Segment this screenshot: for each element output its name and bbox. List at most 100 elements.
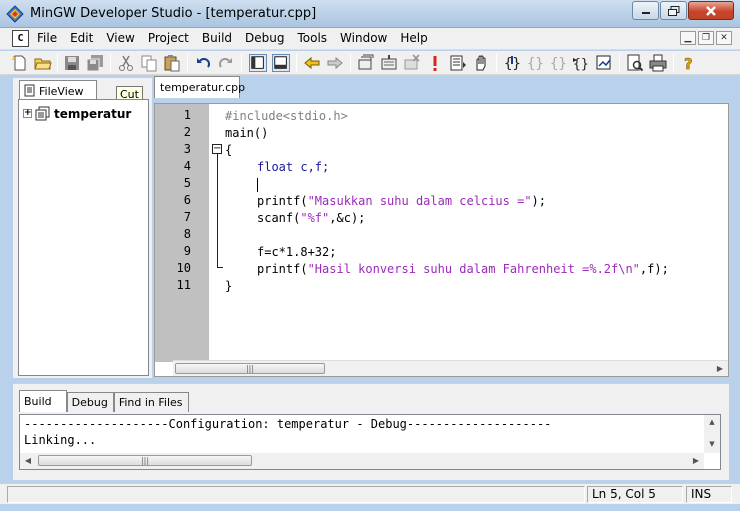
expand-icon[interactable]: +: [23, 109, 32, 118]
code-line-2: main(): [225, 126, 269, 140]
step-over-icon[interactable]: {}: [526, 54, 544, 72]
fileview-icon: [24, 84, 35, 97]
fold-toggle[interactable]: −: [212, 144, 222, 154]
menu-file[interactable]: File: [37, 31, 57, 45]
forward-arrow-icon[interactable]: [326, 54, 344, 72]
scroll-left-arrow-icon[interactable]: ◀: [20, 453, 36, 468]
cut-icon[interactable]: [117, 54, 135, 72]
window-frame-bottom: [0, 504, 740, 511]
tab-fileview[interactable]: FileView: [19, 80, 97, 100]
code-line-7: scanf("%f",&c);: [257, 210, 365, 227]
menu-tools[interactable]: Tools: [297, 31, 327, 45]
svg-text:{}: {}: [550, 56, 567, 72]
status-bar: Ln 5, Col 5 INS: [0, 483, 740, 504]
menu-edit[interactable]: Edit: [70, 31, 93, 45]
menu-view[interactable]: View: [106, 31, 134, 45]
help-icon[interactable]: ?: [680, 54, 698, 72]
line-number-gutter: 1 2 3 4 5 6 7 8 9 10 11: [155, 104, 209, 362]
execute-icon[interactable]: [426, 54, 444, 72]
stop-build-icon[interactable]: [403, 54, 421, 72]
paste-icon[interactable]: [163, 54, 181, 72]
menu-build[interactable]: Build: [202, 31, 232, 45]
svg-text:?: ?: [684, 55, 693, 72]
mdi-close-button[interactable]: ✕: [716, 31, 732, 45]
open-folder-icon[interactable]: [34, 54, 52, 72]
hand-icon[interactable]: [472, 54, 490, 72]
tab-fileview-label: FileView: [39, 85, 84, 98]
step-into-icon[interactable]: {}: [503, 54, 521, 72]
tab-temperatur-cpp[interactable]: temperatur.cpp: [154, 76, 245, 98]
cursor-position: Ln 5, Col 5: [587, 486, 683, 503]
line-number: 11: [176, 278, 191, 292]
tab-debug[interactable]: Debug: [66, 392, 114, 412]
menu-debug[interactable]: Debug: [245, 31, 284, 45]
code-line-9: f=c*1.8+32;: [257, 245, 337, 259]
line-number: 8: [183, 227, 191, 241]
tree-item-project[interactable]: + temperatur: [23, 106, 131, 121]
output-vertical-scrollbar[interactable]: ▲ ▼: [704, 415, 720, 453]
line-number: 4: [183, 159, 191, 173]
mdi-restore-button[interactable]: ❐: [698, 31, 714, 45]
code-line-6-func: printf(: [257, 194, 308, 208]
code-line-7-end: ,&c);: [329, 211, 366, 225]
file-tree: + temperatur: [18, 99, 149, 376]
tab-build[interactable]: Build: [19, 390, 67, 412]
document-icon[interactable]: C: [12, 30, 29, 47]
compile-icon[interactable]: [357, 54, 375, 72]
code-line-10-func: printf(: [257, 262, 308, 276]
copy-icon[interactable]: [140, 54, 158, 72]
window-title: MinGW Developer Studio - [temperatur.cpp…: [30, 6, 317, 21]
scroll-down-arrow-icon[interactable]: ▼: [704, 437, 720, 452]
build-icon[interactable]: [380, 54, 398, 72]
minimize-icon: [641, 11, 650, 14]
build-execute-icon[interactable]: [449, 54, 467, 72]
toggle-output-icon[interactable]: [272, 54, 290, 72]
menu-project[interactable]: Project: [148, 31, 189, 45]
minimize-button[interactable]: [632, 1, 659, 20]
undo-icon[interactable]: [194, 54, 212, 72]
scrollbar-thumb[interactable]: |||: [175, 363, 325, 374]
scroll-up-arrow-icon[interactable]: ▲: [704, 415, 720, 430]
back-arrow-icon[interactable]: [303, 54, 321, 72]
output-scrollbar-thumb[interactable]: |||: [38, 455, 252, 466]
output-panel: Build Debug Find in Files --------------…: [13, 383, 729, 480]
step-out-icon[interactable]: {}: [549, 54, 567, 72]
watch-icon[interactable]: [595, 54, 613, 72]
code-line-10: printf("Hasil konversi suhu dalam Fahren…: [257, 261, 669, 278]
code-line-10-end: ,f);: [639, 262, 669, 276]
scroll-right-arrow-icon[interactable]: ▶: [688, 453, 704, 468]
close-icon: [706, 5, 716, 16]
line-number: 1: [183, 108, 191, 122]
close-button[interactable]: [688, 1, 734, 20]
toggle-workspace-icon[interactable]: [249, 54, 267, 72]
print-preview-icon[interactable]: [626, 54, 644, 72]
line-number: 2: [183, 125, 191, 139]
fold-line: [217, 154, 218, 268]
print-icon[interactable]: [649, 54, 667, 72]
code-line-11: }: [225, 279, 233, 293]
menu-window[interactable]: Window: [340, 31, 387, 45]
workspace-panel: FileView Cut + temperatur: [13, 78, 152, 378]
scroll-right-arrow-icon[interactable]: ▶: [712, 361, 728, 376]
save-all-icon[interactable]: [86, 54, 104, 72]
code-line-1: #include<stdio.h>: [225, 109, 348, 123]
editor-horizontal-scrollbar[interactable]: ||| ▶: [173, 360, 728, 376]
svg-text:{}: {}: [527, 56, 544, 72]
save-icon[interactable]: [63, 54, 81, 72]
code-line-3: {: [225, 143, 233, 157]
new-file-icon[interactable]: [11, 54, 29, 72]
output-horizontal-scrollbar[interactable]: ◀ ||| ▶: [20, 453, 704, 469]
line-number: 5: [183, 176, 191, 190]
line-number: 10: [176, 261, 191, 275]
build-output[interactable]: --------------------Configuration: tempe…: [19, 414, 721, 470]
mdi-minimize-button[interactable]: ▁: [680, 31, 696, 45]
code-editor[interactable]: 1 2 3 4 5 6 7 8 9 10 11 − #include<stdio…: [154, 103, 729, 377]
tab-find-in-files[interactable]: Find in Files: [113, 392, 189, 412]
menu-help[interactable]: Help: [400, 31, 427, 45]
redo-icon[interactable]: [217, 54, 235, 72]
text-caret: [257, 178, 258, 192]
code-line-7-func: scanf(: [257, 211, 301, 225]
restore-button[interactable]: [660, 1, 687, 20]
run-to-cursor-icon[interactable]: {}: [572, 54, 590, 72]
line-number: 3: [183, 142, 191, 156]
